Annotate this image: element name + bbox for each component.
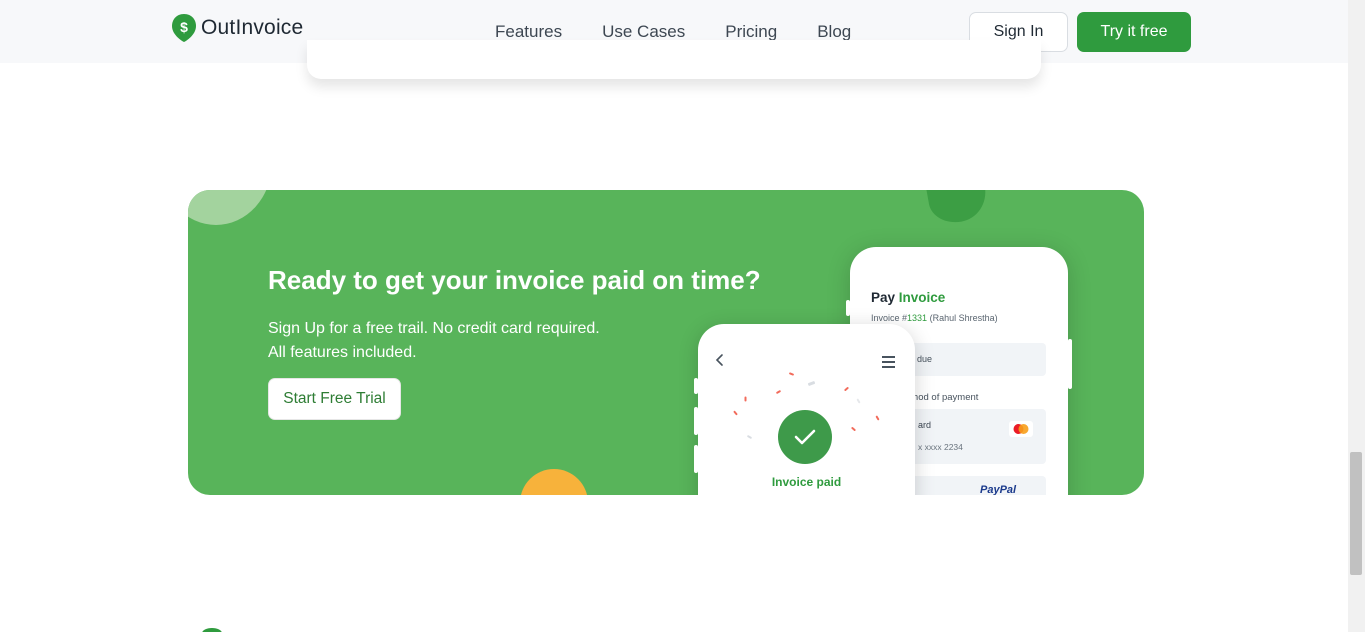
phone-side-button	[1068, 339, 1072, 389]
confetti	[744, 396, 747, 402]
cta-title: Ready to get your invoice paid on time?	[268, 265, 761, 295]
confetti	[775, 389, 782, 395]
next-section-logo-icon	[202, 628, 222, 632]
mastercard-icon	[1009, 421, 1033, 437]
invoice-paid-label: Invoice paid	[771, 475, 842, 489]
payment-method-label: ethod of payment	[905, 392, 979, 403]
main-nav: Features Use Cases Pricing Blog	[495, 22, 851, 42]
logo[interactable]: $ OutInvoice	[171, 13, 303, 43]
decorative-leaf	[923, 190, 991, 227]
confetti	[843, 386, 850, 392]
phone-side-button	[846, 300, 850, 316]
card-number: x xxxx 2234	[918, 442, 963, 452]
dollar-logo-icon: $	[171, 13, 197, 43]
decorative-circle	[188, 190, 272, 225]
cta-subtitle-line1: Sign Up for a free trail. No credit card…	[268, 320, 600, 337]
scrollbar-thumb[interactable]	[1350, 452, 1362, 575]
card-label: ard	[918, 420, 932, 430]
confetti	[733, 410, 738, 416]
page: $ OutInvoice Features Use Cases Pricing …	[0, 0, 1365, 632]
svg-text:$: $	[180, 19, 188, 35]
confetti	[856, 398, 861, 404]
confetti	[746, 434, 753, 440]
invoice-number: 1331	[907, 313, 928, 323]
nav-use-cases[interactable]: Use Cases	[602, 22, 685, 42]
invoice-client: (Rahul Shrestha)	[929, 313, 998, 323]
chevron-left-icon	[715, 353, 724, 372]
due-label: due	[917, 354, 933, 364]
invoice-number-line: Invoice #1331 (Rahul Shrestha)	[871, 313, 998, 323]
cta-subtitle: Sign Up for a free trail. No credit card…	[268, 317, 600, 365]
invoice-word: Invoice	[898, 290, 946, 305]
decorative-orange-circle	[520, 469, 588, 495]
phone-side-button	[694, 407, 698, 435]
confetti	[875, 415, 880, 421]
confetti	[788, 372, 795, 376]
check-icon	[778, 410, 832, 464]
phone-side-button	[694, 378, 698, 394]
confetti	[850, 426, 857, 432]
brand-name: OutInvoice	[201, 16, 304, 39]
cta-subtitle-line2: All features included.	[268, 344, 417, 361]
nav-pricing[interactable]: Pricing	[725, 22, 777, 42]
pay-word: Pay	[871, 290, 896, 305]
try-it-free-button[interactable]: Try it free	[1077, 12, 1191, 52]
paypal-label: PayPal	[980, 484, 1017, 495]
pay-invoice-title: Pay Invoice	[871, 290, 945, 305]
confetti	[807, 380, 816, 387]
invoice-prefix: Invoice #	[871, 313, 908, 323]
hamburger-menu-icon	[882, 356, 895, 371]
nav-blog[interactable]: Blog	[817, 22, 851, 42]
cta-banner: Ready to get your invoice paid on time? …	[188, 190, 1144, 495]
invoice-paid-phone-mockup: Invoice paid	[694, 324, 915, 495]
phone-side-button	[694, 445, 698, 473]
vertical-scrollbar[interactable]	[1348, 0, 1365, 632]
start-free-trial-button[interactable]: Start Free Trial	[268, 378, 401, 420]
nav-features[interactable]: Features	[495, 22, 562, 42]
previous-section-card	[307, 40, 1041, 79]
